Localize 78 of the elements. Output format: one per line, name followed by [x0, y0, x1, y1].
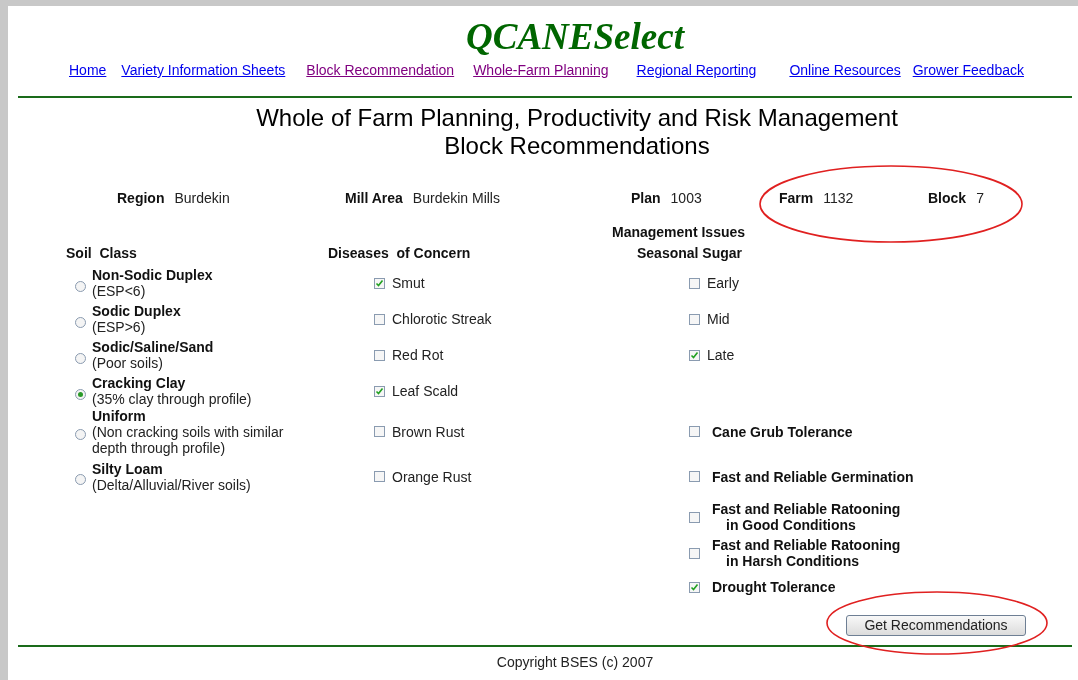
- checkbox[interactable]: [689, 313, 700, 325]
- checkbox[interactable]: [374, 277, 385, 289]
- option-label: Cracking Clay: [92, 375, 187, 391]
- radio-button[interactable]: [75, 388, 86, 400]
- trait-label: Fast and Reliable Ratooning: [712, 501, 901, 517]
- copyright-text: Copyright BSES (c) 2007: [496, 654, 654, 670]
- checkbox-label: Red Rot: [392, 347, 444, 363]
- section-heading: Seasonal Sugar: [637, 244, 744, 261]
- field-label: Region: [117, 190, 165, 208]
- radio-button[interactable]: [75, 474, 86, 485]
- check-icon: [375, 386, 384, 396]
- checkbox-label: Chlorotic Streak: [392, 311, 492, 327]
- page-heading: Whole of Farm Planning, Productivity and Risk Management: [256, 104, 898, 132]
- trait-label: Cane Grub Tolerance: [712, 423, 853, 440]
- trait-label: in Good Conditions: [725, 517, 857, 533]
- option-label: Silty Loam: [92, 460, 164, 477]
- option-description: (ESP<6): [92, 283, 147, 299]
- section-heading: Diseases of Concern: [328, 244, 472, 261]
- field-label: Farm: [779, 190, 814, 208]
- field-value: Burdekin: [174, 190, 230, 208]
- option-description: (Poor soils): [92, 355, 164, 371]
- checkbox[interactable]: [374, 385, 385, 397]
- section-heading: Soil Class: [66, 244, 138, 261]
- field-value: 1003: [670, 190, 702, 208]
- field-value: 1132: [823, 190, 854, 208]
- checkbox[interactable]: [689, 349, 700, 361]
- checkbox[interactable]: [689, 426, 700, 437]
- radio-button[interactable]: [75, 429, 86, 440]
- checkbox[interactable]: [374, 426, 385, 437]
- nav-link[interactable]: Variety Information Sheets: [121, 62, 286, 78]
- trait-label: Fast and Reliable Germination: [712, 468, 914, 485]
- check-icon: [690, 350, 699, 360]
- nav-link[interactable]: Grower Feedback: [912, 62, 1024, 78]
- option-description: (Non cracking soils with similar depth through profile): [92, 423, 285, 456]
- section-heading: Management Issues: [612, 224, 747, 240]
- checkbox-label: Orange Rust: [392, 468, 472, 485]
- checkbox[interactable]: [689, 581, 700, 593]
- checkbox-label: Mid: [707, 311, 730, 327]
- trait-label: Fast and Reliable Ratooning: [712, 537, 901, 553]
- checkbox[interactable]: [689, 547, 700, 559]
- checkbox[interactable]: [374, 471, 385, 482]
- option-label: Sodic/Saline/Sand: [92, 339, 215, 355]
- checkbox[interactable]: [374, 313, 385, 325]
- radio-button[interactable]: [75, 352, 86, 364]
- option-description: (Delta/Alluvial/River soils): [92, 476, 252, 493]
- option-description: (35% clay through profile): [92, 391, 253, 407]
- nav-link[interactable]: Regional Reporting: [636, 62, 757, 78]
- checkbox[interactable]: [689, 471, 700, 482]
- option-label: Non-Sodic Duplex: [92, 267, 214, 283]
- field-value: 7: [976, 190, 984, 208]
- get-recommendations-button[interactable]: Get Recommendations: [846, 615, 1026, 636]
- checkbox-label: Late: [707, 347, 735, 363]
- nav-link[interactable]: Block Recommendation: [306, 62, 455, 78]
- radio-button[interactable]: [75, 316, 86, 328]
- check-icon: [375, 278, 384, 288]
- checkbox[interactable]: [689, 511, 700, 523]
- checkbox[interactable]: [374, 349, 385, 361]
- field-label: Block: [928, 190, 967, 208]
- checkbox-label: Smut: [392, 275, 425, 291]
- field-value: Burdekin Mills: [412, 190, 500, 208]
- checkbox-label: Leaf Scald: [392, 383, 459, 399]
- nav-link[interactable]: Home: [69, 62, 107, 78]
- field-label: Plan: [631, 190, 661, 208]
- checkbox-label: Brown Rust: [392, 423, 465, 440]
- checkbox-label: Early: [707, 275, 739, 291]
- radio-button[interactable]: [75, 280, 86, 292]
- nav-link[interactable]: Online Resources: [789, 62, 901, 78]
- site-title: QCANESelect: [466, 17, 684, 57]
- check-icon: [690, 582, 699, 592]
- page-heading: Block Recommendations: [444, 132, 710, 160]
- trait-label: in Harsh Conditions: [725, 553, 860, 569]
- trait-label: Drought Tolerance: [712, 579, 836, 595]
- nav-link[interactable]: Whole-Farm Planning: [473, 62, 609, 78]
- field-label: Mill Area: [345, 190, 403, 208]
- option-label: Sodic Duplex: [92, 303, 182, 319]
- option-description: (ESP>6): [92, 319, 147, 335]
- checkbox[interactable]: [689, 277, 700, 289]
- option-label: Uniform: [92, 407, 147, 424]
